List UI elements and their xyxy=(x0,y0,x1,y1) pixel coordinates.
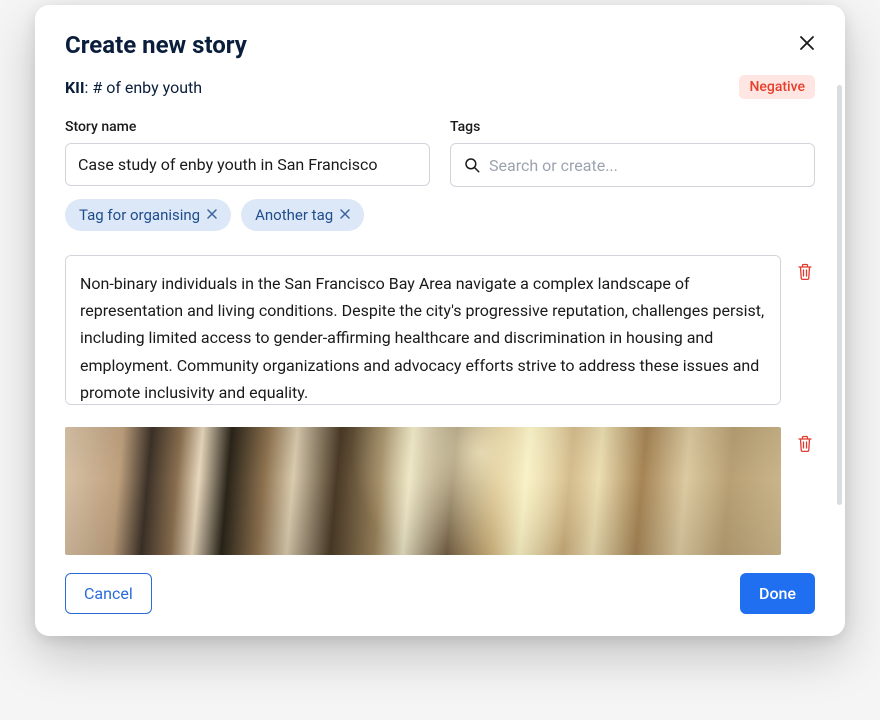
trash-icon xyxy=(797,263,813,281)
subheader-row: KII: # of enby youth Negative xyxy=(65,75,815,99)
close-icon xyxy=(799,35,815,51)
description-row xyxy=(65,255,815,405)
tag-label: Tag for organising xyxy=(79,206,200,224)
done-button[interactable]: Done xyxy=(740,573,815,614)
tag-label: Another tag xyxy=(255,206,333,224)
create-story-modal: Create new story KII: # of enby youth Ne… xyxy=(35,5,845,636)
close-button[interactable] xyxy=(799,35,815,55)
form-row: Story name Tags xyxy=(65,119,815,187)
trash-icon xyxy=(797,435,813,453)
tag-remove-button[interactable] xyxy=(207,208,217,222)
tags-group: Tags xyxy=(450,119,815,187)
scrollbar[interactable] xyxy=(837,85,842,505)
status-badge: Negative xyxy=(739,75,815,99)
image-row xyxy=(65,427,815,555)
close-icon xyxy=(340,209,350,219)
tags-search-wrap[interactable] xyxy=(450,143,815,187)
close-icon xyxy=(207,209,217,219)
delete-description-button[interactable] xyxy=(795,261,815,286)
description-textarea[interactable] xyxy=(65,255,781,405)
story-name-input[interactable] xyxy=(65,143,430,186)
modal-header: Create new story xyxy=(65,31,815,59)
tag-list: Tag for organising Another tag xyxy=(65,199,815,231)
story-name-label: Story name xyxy=(65,119,430,135)
kii-text: KII: # of enby youth xyxy=(65,78,202,97)
tag-chip[interactable]: Another tag xyxy=(241,199,364,231)
modal-footer: Cancel Done xyxy=(35,573,845,614)
tags-label: Tags xyxy=(450,119,815,135)
tag-remove-button[interactable] xyxy=(340,208,350,222)
tag-chip[interactable]: Tag for organising xyxy=(65,199,231,231)
kii-value: # of enby youth xyxy=(92,78,202,97)
story-name-group: Story name xyxy=(65,119,430,187)
kii-label: KII xyxy=(65,78,85,97)
modal-title: Create new story xyxy=(65,31,247,59)
attached-image[interactable] xyxy=(65,427,781,555)
search-icon xyxy=(463,156,481,174)
cancel-button[interactable]: Cancel xyxy=(65,573,152,614)
delete-image-button[interactable] xyxy=(795,433,815,458)
tags-search-input[interactable] xyxy=(489,156,802,175)
